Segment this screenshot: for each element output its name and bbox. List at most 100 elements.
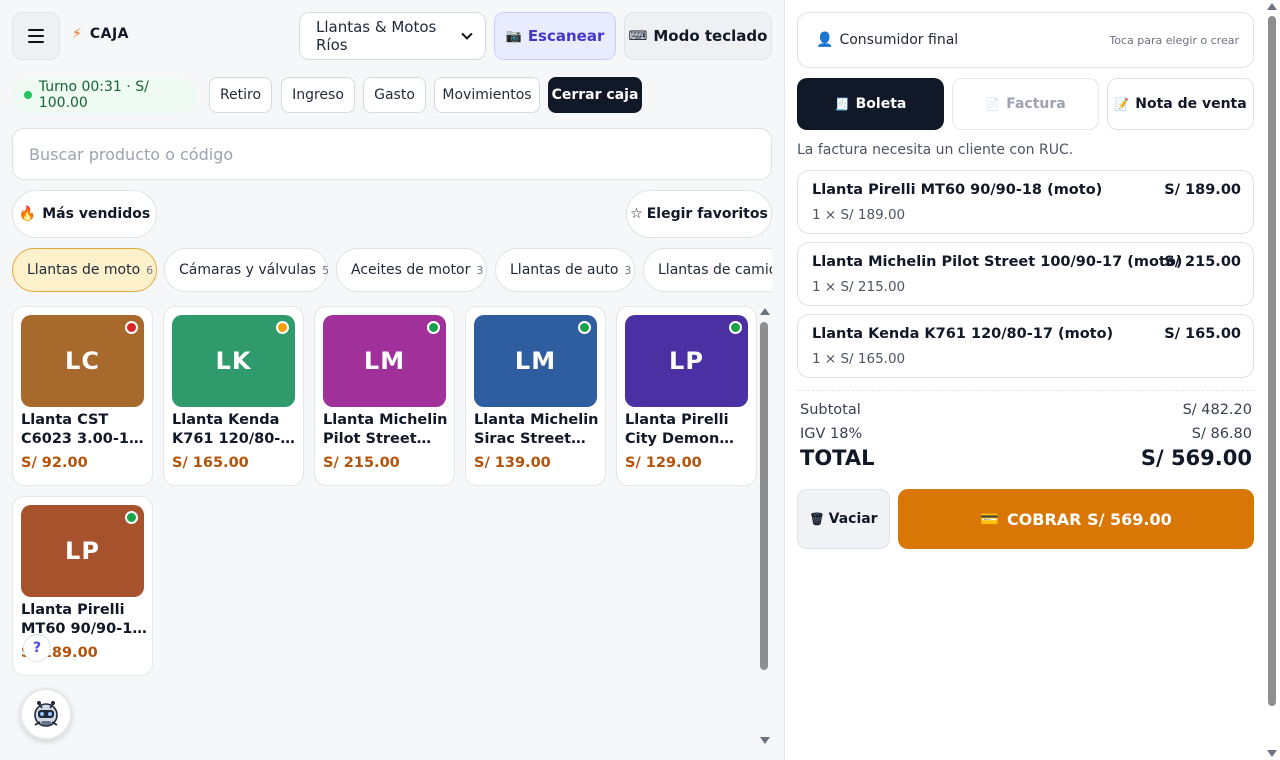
shift-status: Turno 00:31 · S/ 100.00 bbox=[12, 77, 198, 113]
category-count: 6 bbox=[146, 263, 154, 277]
expense-button[interactable]: Gasto bbox=[363, 77, 426, 113]
category-count: 3 bbox=[476, 263, 484, 277]
movements-label: Movimientos bbox=[442, 87, 532, 103]
category-tab-tubes-valves[interactable]: Cámaras y válvulas 5 bbox=[164, 248, 329, 292]
scroll-down-icon[interactable] bbox=[760, 737, 770, 744]
doc-type-label: Nota de venta bbox=[1135, 96, 1247, 112]
product-name: Llanta Kenda K761 120/80-17 (moto) bbox=[172, 412, 281, 447]
movements-button[interactable]: Movimientos bbox=[434, 77, 540, 113]
menu-button[interactable] bbox=[12, 12, 60, 60]
category-label: Cámaras y válvulas bbox=[179, 262, 317, 278]
igv-row: IGV 18% S/ 86.80 bbox=[800, 426, 1252, 442]
stock-dot-icon bbox=[427, 321, 440, 334]
product-price: S/ 129.00 bbox=[625, 455, 702, 471]
product-thumbnail: LK bbox=[172, 315, 295, 407]
customer-name: Consumidor final bbox=[839, 32, 959, 48]
category-tab-truck-tires[interactable]: Llantas de camion bbox=[643, 248, 772, 292]
brand: ⚡ CAJA bbox=[72, 26, 129, 42]
product-price: S/ 165.00 bbox=[172, 455, 249, 471]
search-input[interactable] bbox=[12, 128, 772, 180]
scan-button[interactable]: 📷 Escanear bbox=[494, 12, 616, 60]
product-name: Llanta Michelin Pilot Street 100/90-17 (… bbox=[323, 412, 448, 447]
product-price: S/ 92.00 bbox=[21, 455, 88, 471]
product-card[interactable]: LC Llanta CST C6023 3.00-17 (moto) S/ 92… bbox=[12, 306, 153, 486]
cart-line-qty: 1 × S/ 165.00 bbox=[812, 351, 906, 367]
document-icon: 📄 bbox=[985, 97, 1001, 111]
camera-icon: 📷 bbox=[505, 28, 522, 44]
income-button[interactable]: Ingreso bbox=[281, 77, 355, 113]
cart-line[interactable]: Llanta Michelin Pilot Street 100/90-17 (… bbox=[797, 242, 1254, 306]
product-name: Llanta CST C6023 3.00-17 (moto) bbox=[21, 412, 140, 447]
total-label: TOTAL bbox=[800, 446, 875, 470]
product-initials: LP bbox=[669, 347, 704, 375]
product-card[interactable]: LP Llanta Pirelli City Demon 2.75-18 (mo… bbox=[616, 306, 757, 486]
scroll-up-icon[interactable] bbox=[1267, 3, 1277, 10]
stock-dot-icon bbox=[125, 321, 138, 334]
catalog-panel: ⚡ CAJA Llantas & Motos Ríos 📷 Escanear ⌨… bbox=[0, 0, 784, 760]
credit-card-icon: 💳 bbox=[980, 510, 999, 528]
cart-panel-scrollbar[interactable] bbox=[1265, 0, 1279, 760]
receipt-icon: 🧾 bbox=[834, 97, 850, 111]
note-icon: 📝 bbox=[1114, 97, 1130, 111]
help-button[interactable]: ? bbox=[23, 634, 51, 662]
subtotal-value: S/ 482.20 bbox=[1182, 402, 1252, 418]
cart-line-total: S/ 215.00 bbox=[1164, 254, 1241, 270]
subtotal-label: Subtotal bbox=[800, 402, 861, 418]
charge-button[interactable]: 💳 COBRAR S/ 569.00 bbox=[898, 489, 1254, 549]
charge-button-label: COBRAR S/ 569.00 bbox=[1006, 509, 1172, 529]
scrollbar-thumb[interactable] bbox=[1268, 16, 1276, 706]
product-card[interactable]: LM Llanta Michelin Sirac Street 90/90-18… bbox=[465, 306, 606, 486]
fire-icon: 🔥 bbox=[18, 206, 37, 222]
product-thumbnail: LM bbox=[474, 315, 597, 407]
category-tab-motorcycle-tires[interactable]: Llantas de moto 6 bbox=[12, 248, 157, 292]
store-select-value: Llantas & Motos Ríos bbox=[316, 18, 437, 54]
best-sellers-button[interactable]: 🔥 Más vendidos bbox=[12, 190, 157, 238]
product-initials: LM bbox=[363, 347, 406, 375]
product-card[interactable]: LM Llanta Michelin Pilot Street 100/90-1… bbox=[314, 306, 455, 486]
stock-dot-icon bbox=[578, 321, 591, 334]
withdraw-button[interactable]: Retiro bbox=[209, 77, 272, 113]
stock-dot-icon bbox=[729, 321, 742, 334]
cart-line[interactable]: Llanta Pirelli MT60 90/90-18 (moto) S/ 1… bbox=[797, 170, 1254, 234]
income-label: Ingreso bbox=[292, 87, 344, 103]
cart-line-name: Llanta Pirelli MT60 90/90-18 (moto) bbox=[812, 182, 1103, 198]
customer-hint: Toca para elegir o crear bbox=[1109, 33, 1239, 47]
hamburger-icon bbox=[28, 29, 44, 43]
product-grid-scrollbar[interactable] bbox=[758, 306, 770, 746]
stock-dot-icon bbox=[276, 321, 289, 334]
keyboard-mode-label: Modo teclado bbox=[653, 27, 768, 45]
scroll-up-icon[interactable] bbox=[760, 308, 770, 315]
choose-favorites-button[interactable]: ☆ Elegir favoritos bbox=[626, 190, 772, 238]
close-register-button[interactable]: Cerrar caja bbox=[548, 77, 642, 113]
brand-name: CAJA bbox=[89, 26, 129, 42]
keyboard-mode-button[interactable]: ⌨ Modo teclado bbox=[624, 12, 772, 60]
store-select[interactable]: Llantas & Motos Ríos bbox=[299, 12, 486, 60]
product-initials: LC bbox=[65, 347, 100, 375]
cart-line[interactable]: Llanta Kenda K761 120/80-17 (moto) S/ 16… bbox=[797, 314, 1254, 378]
customer-selector[interactable]: 👤 Consumidor final Toca para elegir o cr… bbox=[797, 12, 1254, 68]
scroll-down-icon[interactable] bbox=[1267, 750, 1277, 757]
scrollbar-thumb[interactable] bbox=[760, 322, 768, 670]
cart-line-name: Llanta Kenda K761 120/80-17 (moto) bbox=[812, 326, 1114, 342]
doc-type-note: La factura necesita un cliente con RUC. bbox=[797, 142, 1074, 158]
doc-type-factura[interactable]: 📄 Factura bbox=[952, 78, 1099, 130]
category-tabs: Llantas de moto 6 Cámaras y válvulas 5 A… bbox=[12, 248, 772, 292]
doc-type-label: Boleta bbox=[855, 96, 907, 112]
keyboard-icon: ⌨ bbox=[628, 28, 648, 44]
category-tab-motor-oils[interactable]: Aceites de motor 3 bbox=[336, 248, 487, 292]
product-card[interactable]: LK Llanta Kenda K761 120/80-17 (moto) S/… bbox=[163, 306, 304, 486]
category-label: Llantas de camion bbox=[658, 262, 772, 278]
category-tab-car-tires[interactable]: Llantas de auto 3 bbox=[495, 248, 635, 292]
clear-cart-button[interactable]: 🗑 Vaciar bbox=[797, 489, 890, 549]
doc-type-sales-note[interactable]: 📝 Nota de venta bbox=[1107, 78, 1254, 130]
assistant-bot-button[interactable] bbox=[20, 688, 72, 740]
total-row: TOTAL S/ 569.00 bbox=[800, 446, 1252, 470]
doc-type-label: Factura bbox=[1006, 96, 1066, 112]
doc-type-boleta[interactable]: 🧾 Boleta bbox=[797, 78, 944, 130]
category-label: Llantas de auto bbox=[510, 262, 619, 278]
shift-status-label: Turno 00:31 · S/ 100.00 bbox=[38, 79, 149, 111]
igv-value: S/ 86.80 bbox=[1191, 426, 1252, 442]
pos-app: ⚡ CAJA Llantas & Motos Ríos 📷 Escanear ⌨… bbox=[0, 0, 1280, 760]
stock-dot-icon bbox=[125, 511, 138, 524]
shift-dot-icon bbox=[24, 91, 32, 99]
